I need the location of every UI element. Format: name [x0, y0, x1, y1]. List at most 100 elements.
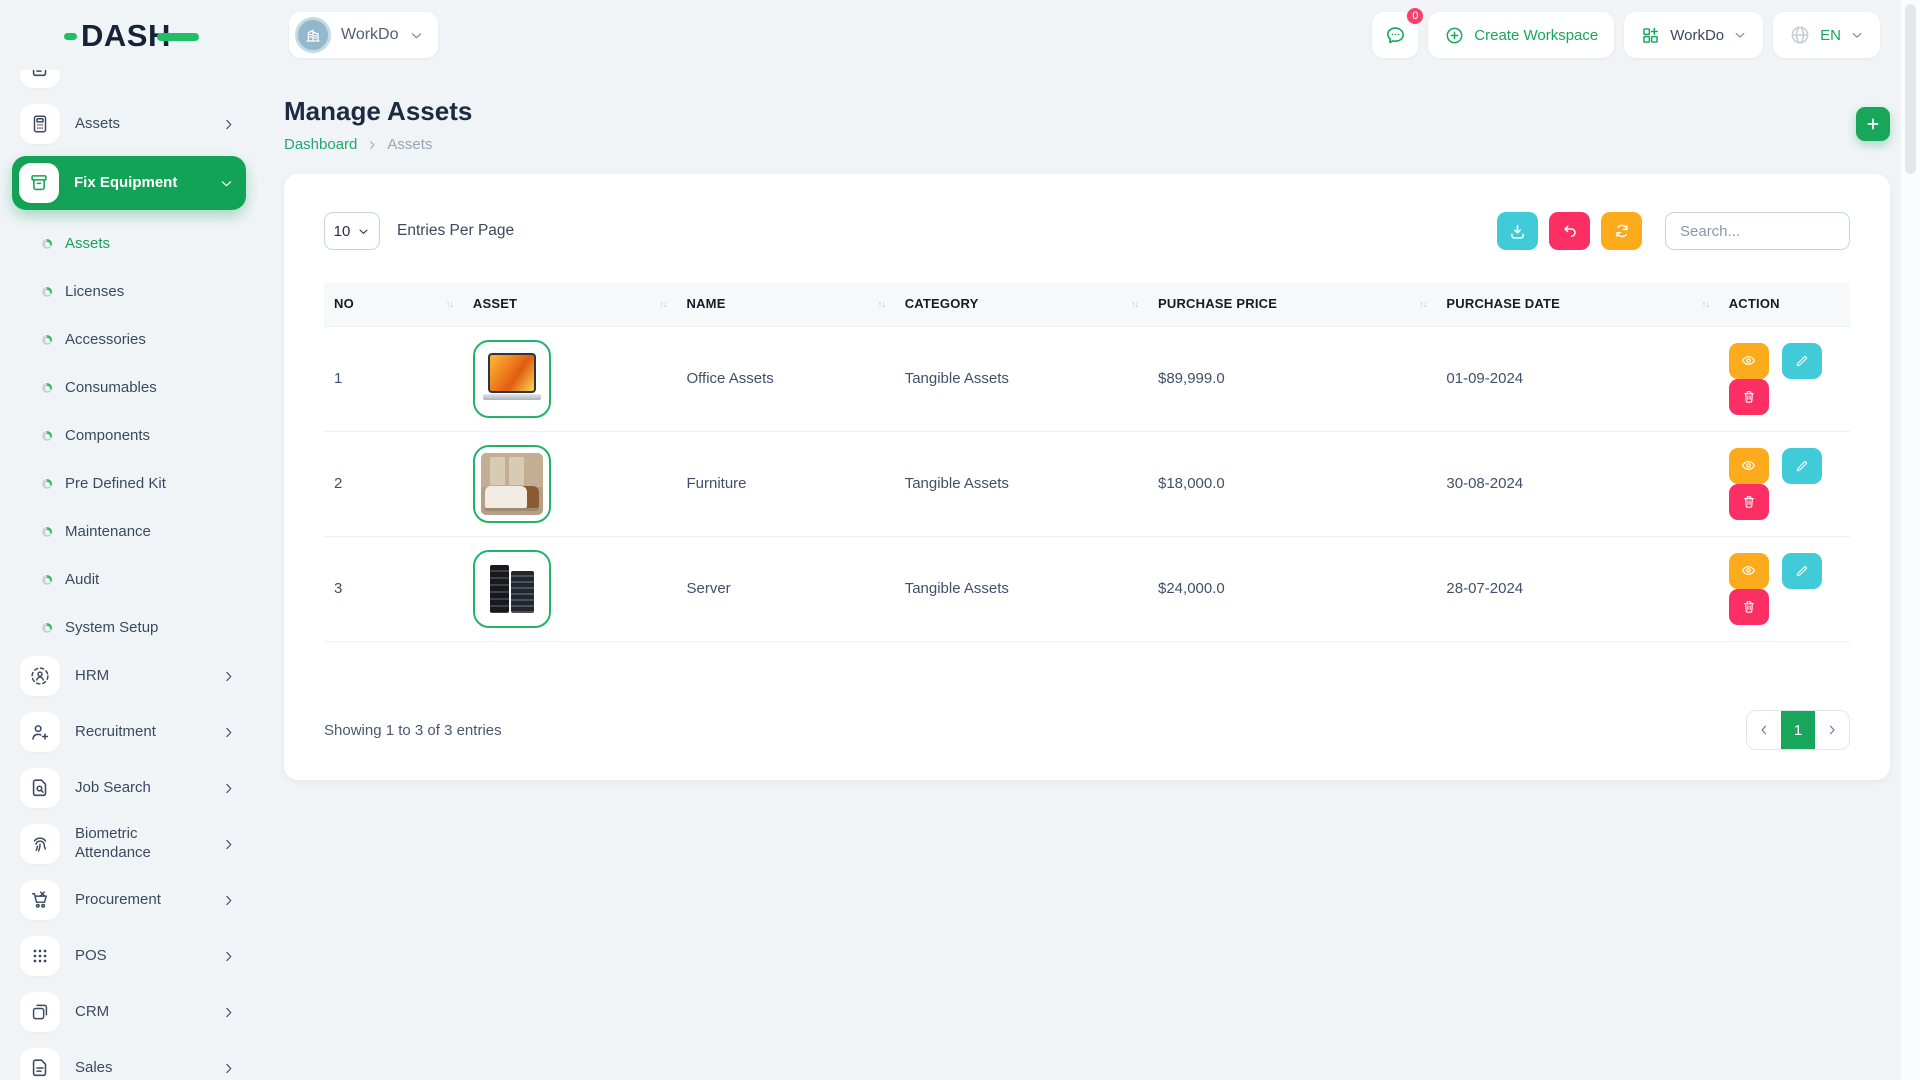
dots-grid-icon: [20, 936, 60, 976]
sidebar-subitem-pre-defined-kit[interactable]: Pre Defined Kit: [14, 460, 244, 508]
eye-icon: [1740, 352, 1757, 369]
column-header-purchase-date[interactable]: PURCHASE DATE↑↓: [1436, 282, 1718, 326]
refresh-button[interactable]: [1601, 212, 1642, 250]
export-button[interactable]: [1497, 212, 1538, 250]
edit-button[interactable]: [1782, 343, 1822, 379]
doc-icon: [20, 1048, 60, 1080]
person-plus-icon: [20, 712, 60, 752]
edit-button[interactable]: [1782, 553, 1822, 589]
sidebar-item-pos[interactable]: POS: [14, 932, 244, 980]
archive-icon: [19, 163, 59, 203]
bullet-icon: [42, 287, 52, 297]
page-title: Manage Assets: [284, 96, 472, 127]
workspace-name: WorkDo: [341, 26, 399, 44]
globe-icon: [1789, 24, 1811, 46]
create-workspace-button[interactable]: Create Workspace: [1428, 12, 1614, 58]
sidebar-subitem-components[interactable]: Components: [14, 412, 244, 460]
logo-accent-bar: [157, 33, 199, 41]
hrm-icon: [20, 656, 60, 696]
plus-icon: [1864, 115, 1882, 133]
bullet-icon: [42, 239, 52, 249]
column-header-name[interactable]: NAME↑↓: [676, 282, 894, 326]
chevron-right-icon: [221, 949, 236, 964]
column-header-action: ACTION: [1719, 282, 1850, 326]
page-scrollbar[interactable]: [1901, 0, 1920, 1080]
sort-icon[interactable]: ↑↓: [1702, 299, 1709, 309]
chevron-right-icon: [221, 781, 236, 796]
sidebar-item-item[interactable]: [14, 70, 244, 92]
cell-purchase-price: $89,999.0: [1148, 326, 1436, 431]
column-header-no[interactable]: NO↑↓: [324, 282, 463, 326]
view-button[interactable]: [1729, 448, 1769, 484]
asset-image-server: [473, 550, 551, 628]
sidebar-subitem-system-setup[interactable]: System Setup: [14, 604, 244, 652]
view-button[interactable]: [1729, 343, 1769, 379]
sidebar-item-sales[interactable]: Sales: [14, 1044, 244, 1080]
sort-icon[interactable]: ↑↓: [1131, 299, 1138, 309]
sidebar-subitem-accessories[interactable]: Accessories: [14, 316, 244, 364]
cell-name: Server: [676, 536, 894, 641]
view-button[interactable]: [1729, 553, 1769, 589]
pagination-current-page[interactable]: 1: [1781, 711, 1815, 749]
sidebar-item-recruitment[interactable]: Recruitment: [14, 708, 244, 756]
edit-button[interactable]: [1782, 448, 1822, 484]
bullet-icon: [42, 479, 52, 489]
sidebar-item-fix-equipment[interactable]: Fix Equipment: [12, 156, 246, 210]
cell-purchase-price: $24,000.0: [1148, 536, 1436, 641]
add-asset-button[interactable]: [1856, 107, 1890, 141]
column-header-purchase-price[interactable]: PURCHASE PRICE↑↓: [1148, 282, 1436, 326]
sidebar-item-assets[interactable]: Assets: [14, 100, 244, 148]
sidebar-item-hrm[interactable]: HRM: [14, 652, 244, 700]
cell-purchase-date: 28-07-2024: [1436, 536, 1718, 641]
workdo-menu-button[interactable]: WorkDo: [1624, 12, 1763, 58]
column-header-asset[interactable]: ASSET↑↓: [463, 282, 677, 326]
workspace-selector[interactable]: WorkDo: [289, 12, 438, 58]
bullet-icon: [42, 383, 52, 393]
pagination-prev-button[interactable]: [1747, 711, 1781, 749]
bullet-icon: [42, 623, 52, 633]
reset-button[interactable]: [1549, 212, 1590, 250]
scrollbar-thumb[interactable]: [1905, 4, 1916, 174]
sort-icon[interactable]: ↑↓: [878, 299, 885, 309]
cell-purchase-date: 30-08-2024: [1436, 431, 1718, 536]
cell-category: Tangible Assets: [895, 536, 1148, 641]
sidebar-subitem-maintenance[interactable]: Maintenance: [14, 508, 244, 556]
cell-name: Office Assets: [676, 326, 894, 431]
chevron-right-icon: [221, 669, 236, 684]
sort-icon[interactable]: ↑↓: [1419, 299, 1426, 309]
sort-icon[interactable]: ↑↓: [659, 299, 666, 309]
doc-icon: [20, 70, 60, 88]
sidebar-item-biometric-attendance[interactable]: Biometric Attendance: [14, 820, 244, 868]
chevron-down-icon: [409, 28, 424, 43]
sidebar-subitem-assets[interactable]: Assets: [14, 220, 244, 268]
bullet-icon: [42, 575, 52, 585]
cart-icon: [20, 880, 60, 920]
pencil-icon: [1794, 353, 1810, 369]
messages-badge: 0: [1405, 6, 1425, 26]
sidebar-item-job-search[interactable]: Job Search: [14, 764, 244, 812]
sidebar-item-procurement[interactable]: Procurement: [14, 876, 244, 924]
sidebar-subitem-audit[interactable]: Audit: [14, 556, 244, 604]
language-selector[interactable]: EN: [1773, 12, 1880, 58]
chevron-right-icon: [221, 1005, 236, 1020]
chevron-down-icon: [219, 176, 234, 191]
sidebar-subitem-licenses[interactable]: Licenses: [14, 268, 244, 316]
pagination-next-button[interactable]: [1815, 711, 1849, 749]
refresh-icon: [1613, 222, 1631, 240]
delete-button[interactable]: [1729, 484, 1769, 520]
sidebar-subitem-consumables[interactable]: Consumables: [14, 364, 244, 412]
showing-entries-text: Showing 1 to 3 of 3 entries: [324, 722, 502, 739]
sidebar-item-crm[interactable]: CRM: [14, 988, 244, 1036]
workdo-menu-label: WorkDo: [1670, 27, 1724, 44]
search-input[interactable]: [1665, 212, 1850, 250]
chat-icon: [1384, 24, 1407, 47]
delete-button[interactable]: [1729, 379, 1769, 415]
delete-button[interactable]: [1729, 589, 1769, 625]
breadcrumb-dashboard-link[interactable]: Dashboard: [284, 136, 357, 153]
column-header-category[interactable]: CATEGORY↑↓: [895, 282, 1148, 326]
sort-icon[interactable]: ↑↓: [446, 299, 453, 309]
calc-icon: [20, 104, 60, 144]
messages-button[interactable]: 0: [1372, 12, 1418, 58]
entries-per-page-select[interactable]: 10: [324, 212, 380, 250]
assets-table: NO↑↓ ASSET↑↓ NAME↑↓ CATEGORY↑↓ PURCHASE …: [324, 282, 1850, 642]
